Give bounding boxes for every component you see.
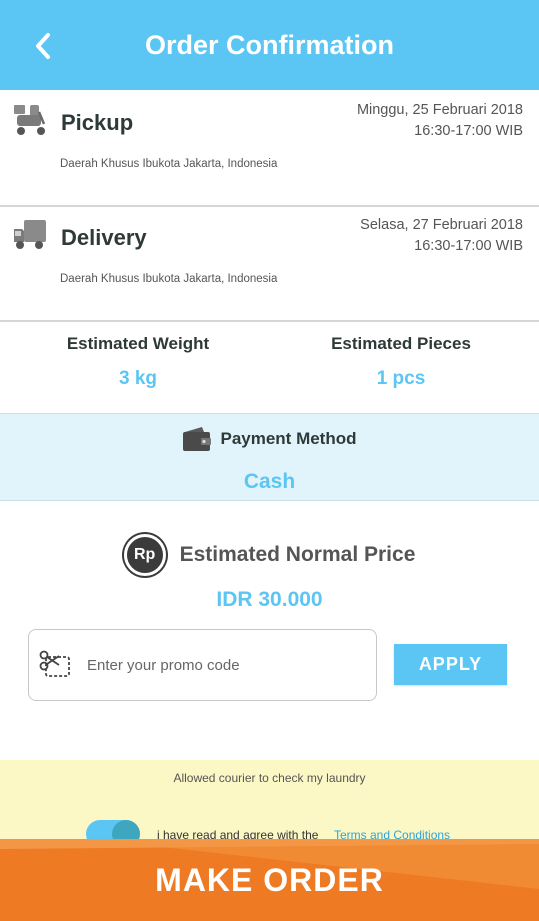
promo-input[interactable] [87,652,367,678]
page-title: Order Confirmation [144,30,394,60]
price-value: IDR 30.000 [216,588,323,611]
delivery-section: Delivery Selasa, 27 Februari 2018 16:30-… [0,207,539,320]
price-label: Estimated Normal Price [179,543,416,566]
pickup-title: Pickup [61,110,134,135]
pickup-time: 16:30-17:00 WIB [414,123,523,139]
estimates-section: Estimated Weight 3 kg Estimated Pieces 1… [0,322,539,413]
payment-header: Payment Method [0,426,539,452]
pickup-section: Pickup Minggu, 25 Februari 2018 16:30-17… [0,90,539,205]
app-header: Order Confirmation [0,0,539,90]
pickup-address: Daerah Khusus Ibukota Jakarta, Indonesia [60,158,278,170]
make-order-label: MAKE ORDER [155,861,384,898]
payment-value: Cash [243,470,296,493]
delivery-date: Selasa, 27 Februari 2018 [360,217,523,233]
estimated-pieces: Estimated Pieces 1 pcs [266,322,536,390]
scooter-icon [14,105,46,135]
price-header: Rp Estimated Normal Price [0,534,539,576]
delivery-address: Daerah Khusus Ibukota Jakarta, Indonesia [60,273,278,285]
make-order-button[interactable]: MAKE ORDER [0,839,539,921]
pieces-value: 1 pcs [376,368,426,389]
delivery-title: Delivery [61,225,147,250]
scissors-coupon-icon [39,650,70,677]
truck-icon [14,220,46,249]
weight-label: Estimated Weight [66,334,210,353]
courier-note: Allowed courier to check my laundry [173,771,366,785]
apply-button[interactable]: APPLY [394,644,507,685]
estimated-weight: Estimated Weight 3 kg [3,322,273,390]
rupiah-icon: Rp [123,534,166,576]
delivery-schedule: Selasa, 27 Februari 2018 16:30-17:00 WIB [360,215,523,257]
delivery-time: 16:30-17:00 WIB [414,238,523,254]
pickup-date: Minggu, 25 Februari 2018 [356,102,523,118]
weight-value: 3 kg [118,368,158,389]
payment-label: Payment Method [220,429,357,448]
wallet-icon [183,427,212,451]
payment-method-section[interactable]: Payment Method Cash [0,413,539,501]
pickup-schedule: Minggu, 25 Februari 2018 16:30-17:00 WIB [357,100,523,142]
pieces-label: Estimated Pieces [331,334,471,353]
promo-field[interactable] [28,629,377,701]
